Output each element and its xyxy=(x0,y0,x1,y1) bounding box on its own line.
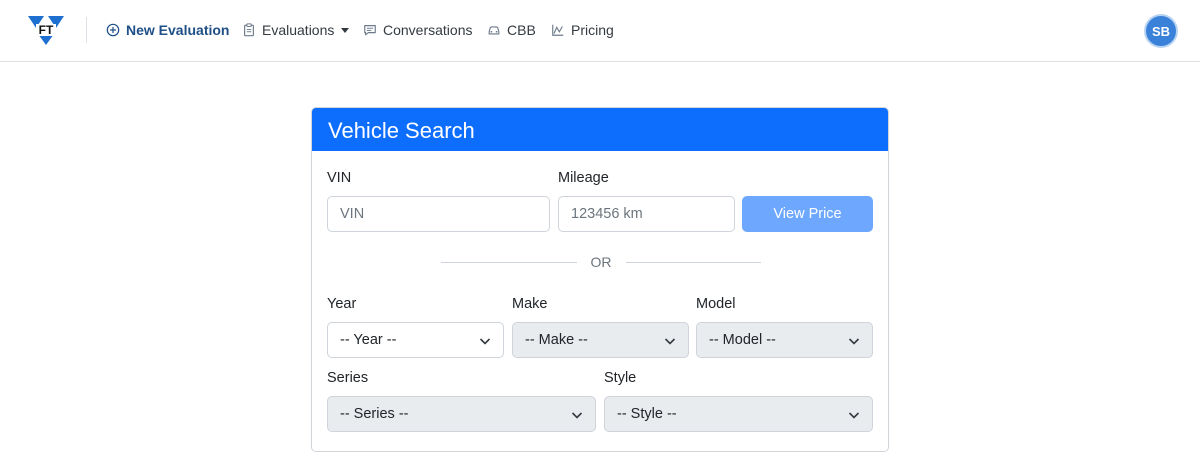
chevron-down-icon xyxy=(571,412,583,419)
chevron-down-icon xyxy=(848,338,860,345)
nav-conversations[interactable]: Conversations xyxy=(363,20,473,40)
user-avatar[interactable]: SB xyxy=(1144,14,1178,48)
chat-icon xyxy=(364,25,376,36)
make-label: Make xyxy=(512,296,548,312)
nav-pricing-label: Pricing xyxy=(571,22,614,38)
make-select[interactable]: -- Make -- xyxy=(512,322,689,358)
year-select-value: -- Year -- xyxy=(340,332,397,348)
model-select[interactable]: -- Model -- xyxy=(696,322,873,358)
chevron-down-icon xyxy=(341,27,350,33)
nav-new-evaluation[interactable]: New Evaluation xyxy=(106,20,229,40)
or-line-right xyxy=(625,261,761,263)
logo-icon: FT xyxy=(28,16,64,45)
mileage-input[interactable]: 123456 km xyxy=(558,196,735,232)
plus-circle-icon xyxy=(106,23,120,37)
series-select-value: -- Series -- xyxy=(340,406,409,422)
or-line-left xyxy=(441,261,577,263)
nav-new-evaluation-label: New Evaluation xyxy=(126,22,230,38)
model-select-value: -- Model -- xyxy=(709,332,776,348)
nav-cbb[interactable]: CBB xyxy=(487,20,536,40)
year-select[interactable]: -- Year -- xyxy=(327,322,504,358)
series-select[interactable]: -- Series -- xyxy=(327,396,596,432)
vin-label: VIN xyxy=(327,170,352,186)
nav-conversations-label: Conversations xyxy=(383,22,473,38)
car-icon xyxy=(488,26,500,35)
nav-evaluations-dropdown[interactable]: Evaluations xyxy=(242,20,350,40)
or-text: OR xyxy=(590,254,612,270)
style-label: Style xyxy=(604,370,637,386)
model-label: Model xyxy=(696,296,736,312)
or-divider: OR xyxy=(441,252,761,272)
chevron-down-icon xyxy=(664,338,676,345)
card-title: Vehicle Search xyxy=(312,108,888,151)
vehicle-search-card: Vehicle Search VIN VIN Mileage 123456 km… xyxy=(311,107,889,452)
top-navbar: FT New Evaluation Evaluations Conversati… xyxy=(0,0,1200,62)
nav-pricing[interactable]: Pricing xyxy=(551,20,614,40)
logo-text: FT xyxy=(39,23,54,37)
year-label: Year xyxy=(327,296,357,312)
chevron-down-icon xyxy=(479,338,491,345)
make-select-value: -- Make -- xyxy=(525,332,588,348)
clipboard-icon xyxy=(244,23,254,37)
view-price-button[interactable]: View Price xyxy=(742,196,873,232)
nav-divider xyxy=(86,17,87,43)
brand-logo[interactable]: FT xyxy=(26,12,66,46)
series-label: Series xyxy=(327,370,369,386)
nav-cbb-label: CBB xyxy=(507,22,536,38)
style-select[interactable]: -- Style -- xyxy=(604,396,873,432)
chevron-down-icon xyxy=(848,412,860,419)
nav-evaluations-label: Evaluations xyxy=(262,22,335,38)
mileage-label: Mileage xyxy=(558,170,609,186)
chart-icon xyxy=(552,24,564,36)
style-select-value: -- Style -- xyxy=(617,406,677,422)
vin-input[interactable]: VIN xyxy=(327,196,550,232)
